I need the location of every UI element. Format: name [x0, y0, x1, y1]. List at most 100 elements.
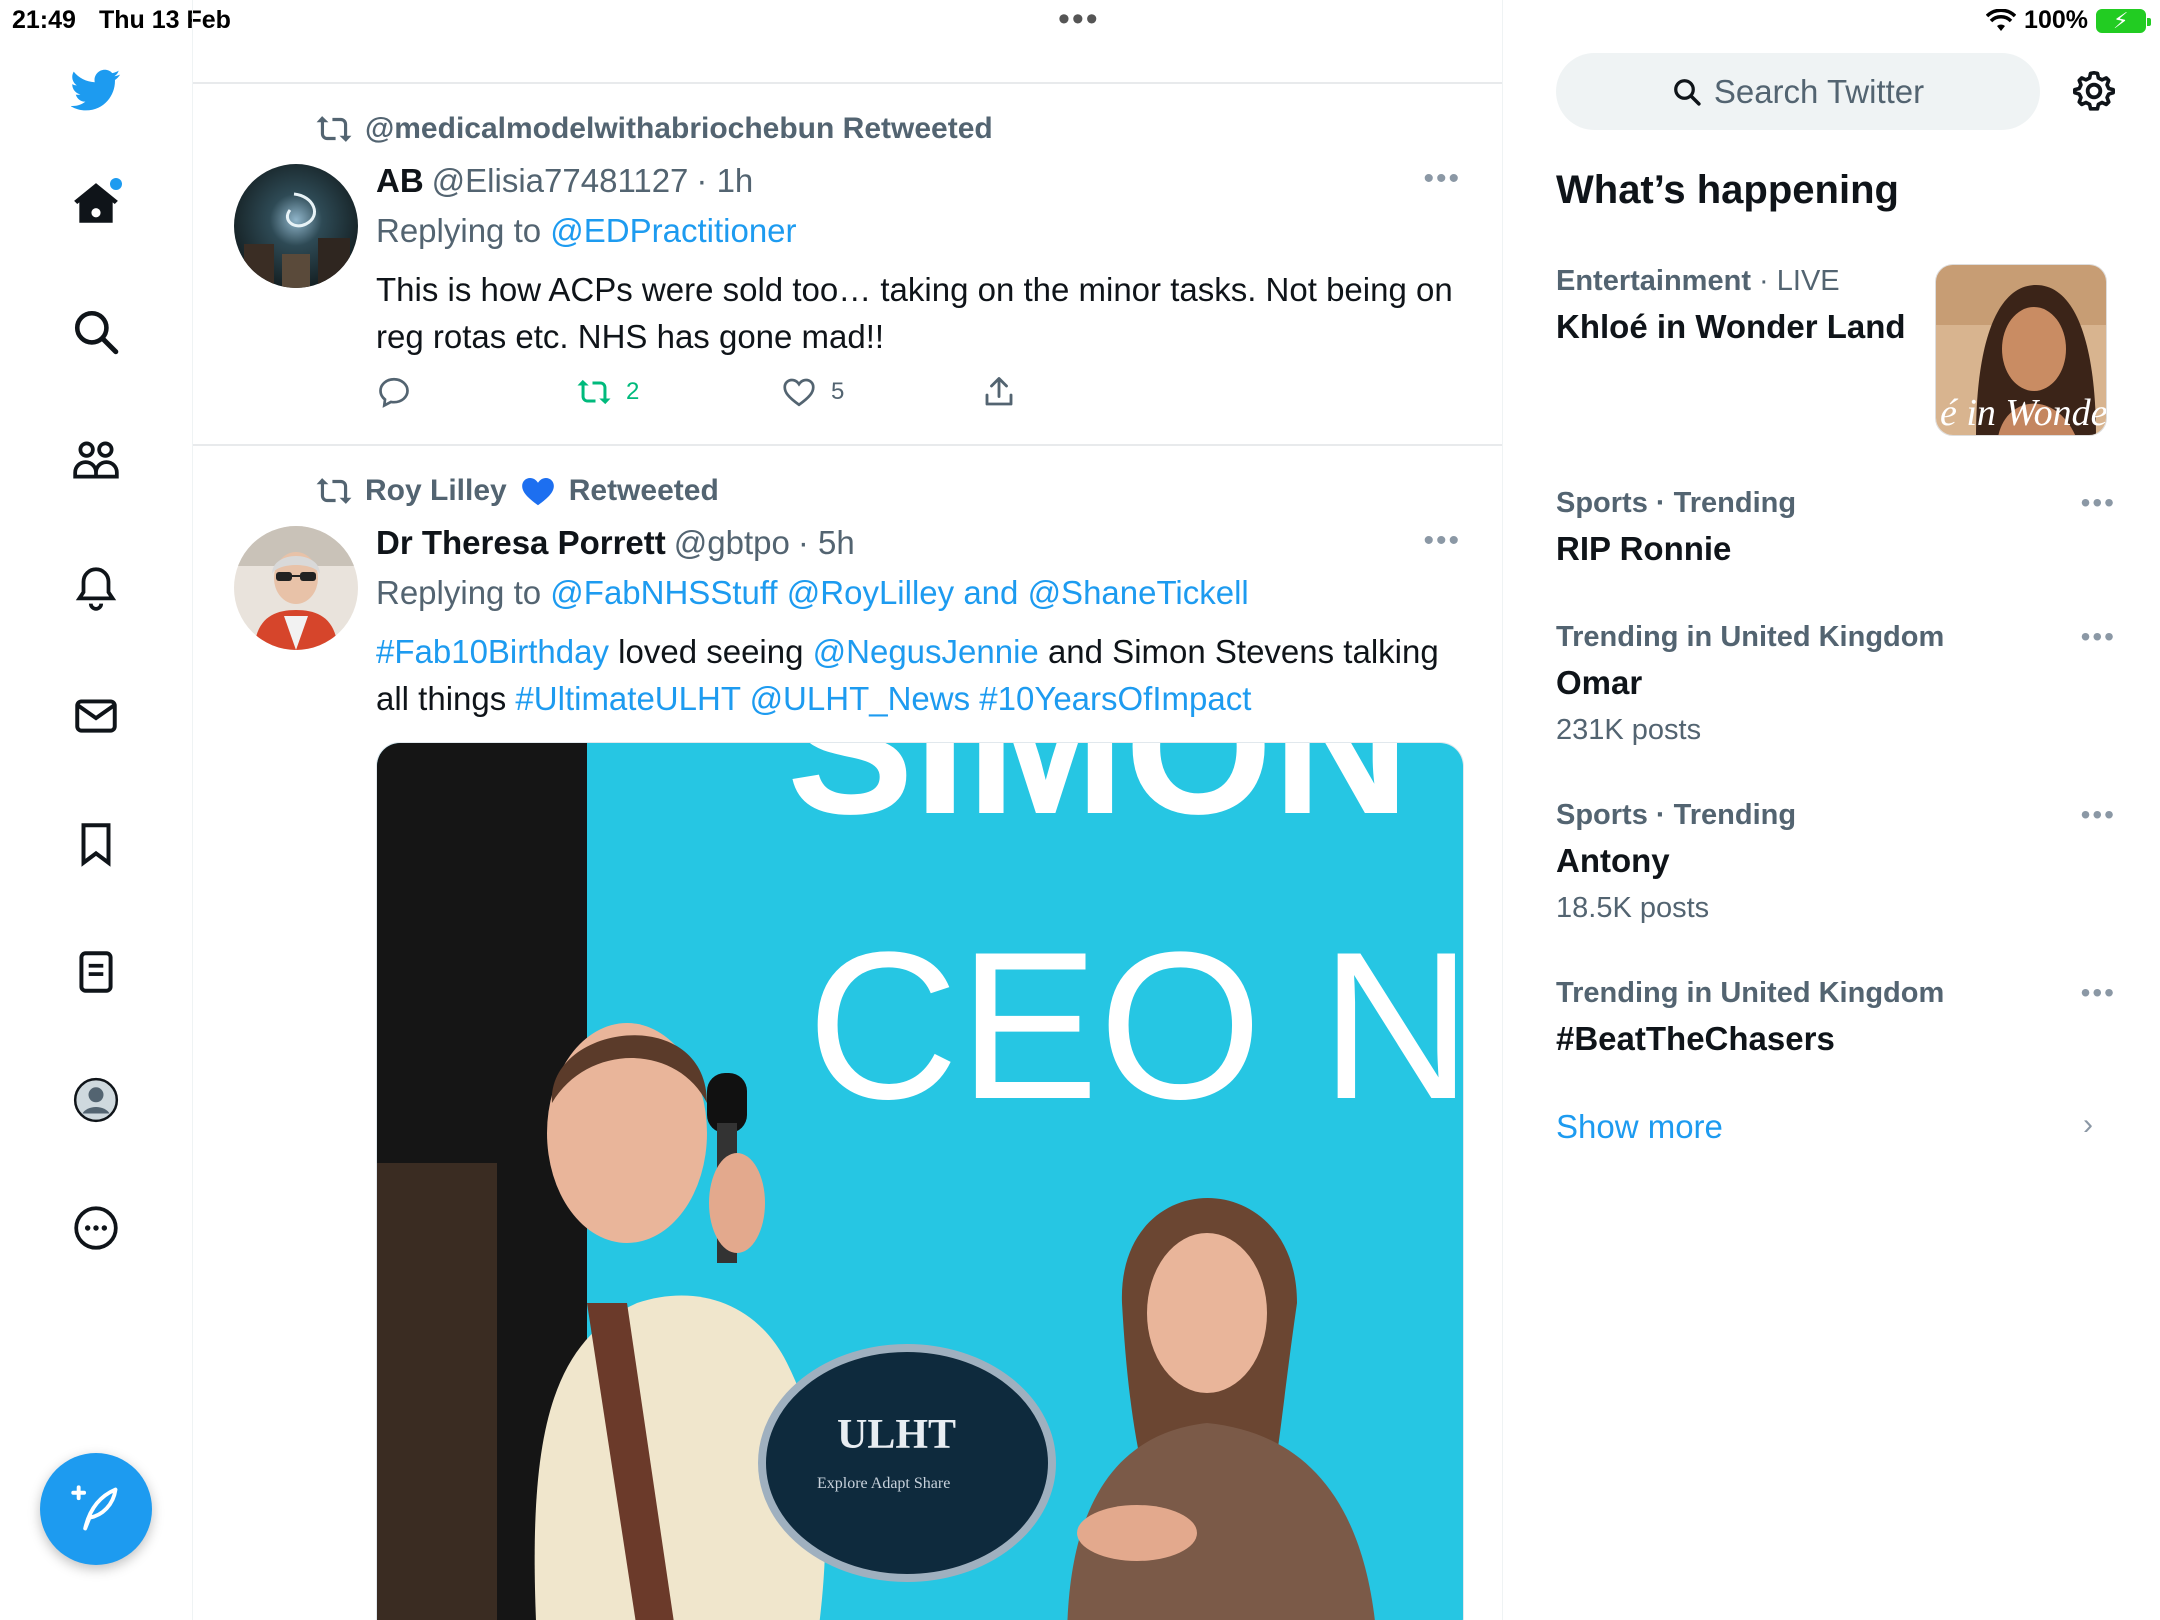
search-bar[interactable]: Search Twitter	[1556, 53, 2040, 130]
tweet-actions: 2 5	[376, 374, 1026, 410]
trend-category-name: Entertainment	[1556, 265, 1751, 297]
previous-tweet-actions	[193, 20, 1502, 84]
trend-more-icon[interactable]: •••	[2081, 977, 2116, 1009]
search-icon	[1673, 78, 1701, 106]
retweeted-by-label: @medicalmodelwithabriochebun Retweeted	[365, 112, 993, 145]
mention-link[interactable]: @ULHT_News	[750, 680, 971, 717]
trend-image-caption: é in Wonder l	[1940, 392, 2107, 434]
trend-more-icon[interactable]: •••	[2081, 487, 2116, 519]
trend-category: Trending in United Kingdom	[1556, 621, 1945, 653]
twitter-logo-icon[interactable]	[62, 56, 130, 124]
timeline[interactable]: @medicalmodelwithabriochebun Retweeted A…	[193, 0, 1503, 1620]
heart-icon	[783, 378, 815, 407]
author-name[interactable]: Dr Theresa Porrett	[376, 524, 666, 562]
blue-heart-icon	[521, 478, 554, 506]
trend-post-count: 231K posts	[1556, 714, 1702, 746]
like-button[interactable]: 5	[781, 374, 981, 410]
like-count: 5	[831, 378, 845, 405]
reply-mention[interactable]: @ShaneTickell	[1028, 574, 1249, 611]
trend-topic: Antony	[1556, 842, 1670, 879]
home-icon[interactable]	[62, 170, 130, 238]
reply-mention[interactable]: @RoyLilley	[787, 574, 954, 611]
new-posts-dot	[110, 178, 122, 190]
trend-category: Sports · Trending	[1556, 799, 1797, 831]
trend-more-icon[interactable]: •••	[2081, 621, 2116, 653]
media-screen-text: CEO NH	[807, 908, 1464, 1143]
plaque-line: Explore Adapt Share	[817, 1475, 950, 1492]
notifications-icon[interactable]	[62, 554, 130, 622]
retweet-context: Roy Lilley Retweeted	[315, 472, 719, 510]
media-screen-text: SIMON	[787, 743, 1410, 854]
tweet-time[interactable]: · 1h	[696, 162, 753, 200]
tweet-more-icon[interactable]: •••	[1423, 162, 1461, 196]
trend-topic: Omar	[1556, 664, 1643, 701]
text-part: loved seeing	[618, 633, 804, 670]
tweet-text: #Fab10Birthday loved seeing @NegusJennie…	[376, 628, 1456, 722]
gear-icon[interactable]	[2071, 68, 2117, 114]
plaque-title: ULHT	[837, 1412, 956, 1458]
compose-tweet-button[interactable]	[40, 1453, 152, 1565]
search-placeholder: Search Twitter	[1713, 72, 1925, 110]
retweet-context: @medicalmodelwithabriochebun Retweeted	[315, 110, 993, 148]
tweet[interactable]: @medicalmodelwithabriochebun Retweeted A…	[193, 84, 1502, 446]
live-badge: · LIVE	[1759, 265, 1840, 297]
show-more-link[interactable]: Show more	[1556, 1108, 1723, 1146]
tweet-more-icon[interactable]: •••	[1423, 524, 1461, 558]
reply-mention[interactable]: @EDPractitioner	[550, 212, 796, 249]
trend-post-count: 18.5K posts	[1556, 892, 1710, 924]
author-handle[interactable]: @Elisia77481127	[432, 162, 689, 200]
retweeted-by-name[interactable]: Roy Lilley	[365, 474, 507, 508]
avatar[interactable]	[234, 164, 358, 288]
tweet-time[interactable]: · 5h	[798, 524, 855, 562]
tweet-text: This is how ACPs were sold too… taking o…	[376, 271, 1453, 355]
hashtag-link[interactable]: #UltimateULHT	[515, 680, 740, 717]
bookmarks-icon[interactable]	[62, 810, 130, 878]
reply-button[interactable]	[376, 374, 576, 410]
trend-topic: #BeatTheChasers	[1556, 1020, 1835, 1057]
tweet-header: Dr Theresa Porrett @gbtpo · 5h	[376, 524, 855, 562]
tweet-media-photo[interactable]: SIMON CEO NH ULHT Explore Adapt Share	[376, 742, 1464, 1620]
trend-thumbnail[interactable]: é in Wonder l	[1935, 264, 2107, 436]
reply-mention[interactable]: @FabNHSStuff	[550, 574, 777, 611]
reply-and: and	[963, 574, 1019, 611]
avatar[interactable]	[234, 526, 358, 650]
author-name[interactable]: AB	[376, 162, 424, 200]
share-button[interactable]	[981, 374, 1017, 410]
retweet-count: 2	[626, 378, 640, 405]
profile-icon[interactable]	[62, 1066, 130, 1134]
trend-topic: RIP Ronnie	[1556, 530, 1732, 567]
trend-category: Trending in United Kingdom	[1556, 977, 1945, 1009]
reply-icon	[379, 377, 409, 408]
left-nav	[0, 0, 193, 1620]
retweet-icon	[577, 379, 611, 405]
trend-item[interactable]: Trending in United Kingdom #BeatTheChase…	[1556, 977, 2116, 1058]
author-handle[interactable]: @gbtpo	[674, 524, 790, 562]
replying-label: Replying to	[376, 212, 542, 249]
messages-icon[interactable]	[62, 682, 130, 750]
tweet[interactable]: Roy Lilley Retweeted Dr Theresa Porrett …	[193, 446, 1502, 1620]
trend-item[interactable]: Trending in United Kingdom Omar 231K pos…	[1556, 621, 2116, 747]
hashtag-link[interactable]: #Fab10Birthday	[376, 633, 609, 670]
tweet-header: AB @Elisia77481127 · 1h	[376, 162, 753, 200]
communities-icon[interactable]	[62, 426, 130, 494]
compose-tweet-icon	[71, 1485, 118, 1531]
whats-happening-title: What’s happening	[1556, 168, 1899, 212]
chevron-right-icon[interactable]: ›	[2083, 1108, 2093, 1142]
lists-icon[interactable]	[62, 938, 130, 1006]
search-icon[interactable]	[62, 298, 130, 366]
mention-link[interactable]: @NegusJennie	[813, 633, 1039, 670]
retweet-icon	[316, 116, 352, 142]
more-icon[interactable]	[62, 1194, 130, 1262]
trend-item[interactable]: Sports · Trending RIP Ronnie •••	[1556, 487, 2116, 568]
trend-category: Sports · Trending	[1556, 487, 1797, 519]
retweeted-label: Retweeted	[568, 474, 719, 507]
right-sidebar: Search Twitter What’s happening Entertai…	[1503, 0, 2160, 1620]
replying-to: Replying to @FabNHSStuff @RoyLilley and …	[376, 574, 1249, 612]
retweet-button[interactable]: 2	[576, 374, 781, 410]
replying-label: Replying to	[376, 574, 542, 611]
replying-to: Replying to @EDPractitioner	[376, 212, 797, 250]
retweet-icon	[316, 478, 352, 504]
trend-more-icon[interactable]: •••	[2081, 799, 2116, 831]
hashtag-link[interactable]: #10YearsOfImpact	[979, 680, 1251, 717]
trend-item[interactable]: Sports · Trending Antony 18.5K posts •••	[1556, 799, 2116, 925]
